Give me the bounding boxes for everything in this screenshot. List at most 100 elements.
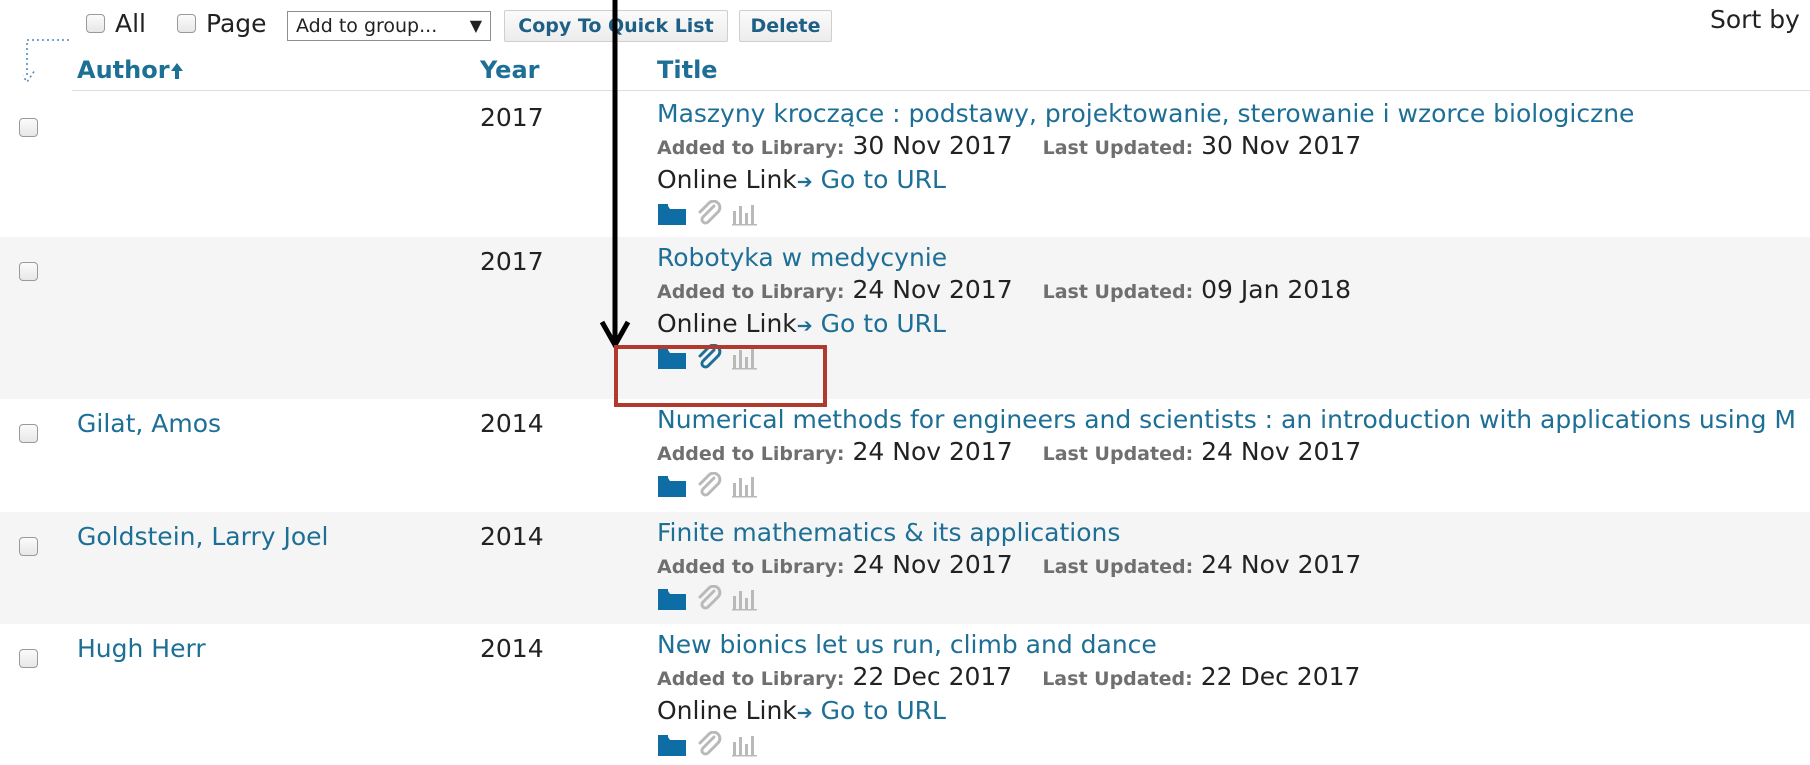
title-column-header[interactable]: Title	[657, 56, 718, 84]
folder-icon[interactable]	[657, 733, 687, 761]
table-row: Goldstein, Larry Joel 2014 Finite mathem…	[0, 512, 1810, 624]
add-to-group-select[interactable]: Add to group... ▼	[287, 11, 491, 41]
row-checkbox[interactable]	[19, 649, 38, 668]
updated-label: Last Updated:	[1042, 443, 1194, 465]
go-to-url-link[interactable]: Go to URL	[821, 165, 946, 194]
added-label: Added to Library:	[657, 556, 845, 578]
updated-date: 30 Nov 2017	[1201, 131, 1362, 160]
select-page-control[interactable]: Page	[177, 9, 267, 38]
bar-chart-icon[interactable]	[731, 733, 759, 761]
online-link-label: Online Link	[657, 696, 797, 725]
folder-icon[interactable]	[657, 587, 687, 615]
table-row: Gilat, Amos 2014 Numerical methods for e…	[0, 399, 1810, 512]
online-link-line: Online Link➔ Go to URL	[657, 164, 1634, 198]
added-date: 24 Nov 2017	[852, 550, 1013, 579]
row-checkbox[interactable]	[19, 262, 38, 281]
year-value: 2014	[480, 409, 544, 438]
row-checkbox[interactable]	[19, 118, 38, 137]
updated-label: Last Updated:	[1042, 281, 1194, 303]
online-link-line: Online Link➔ Go to URL	[657, 695, 1360, 729]
annotation-arrow-icon	[599, 0, 631, 351]
title-cell: New bionics let us run, climb and dance …	[657, 629, 1360, 765]
record-dates: Added to Library: 24 Nov 2017 Last Update…	[657, 549, 1361, 583]
select-all-checkbox[interactable]	[86, 14, 105, 33]
updated-label: Last Updated:	[1042, 556, 1194, 578]
bar-chart-icon[interactable]	[731, 474, 759, 502]
title-cell: Numerical methods for engineers and scie…	[657, 404, 1796, 506]
add-to-group-value: Add to group...	[296, 15, 438, 37]
record-actions	[657, 470, 1796, 506]
added-label: Added to Library:	[657, 668, 845, 690]
title-link[interactable]: New bionics let us run, climb and dance	[657, 629, 1360, 661]
online-link-label: Online Link	[657, 309, 797, 338]
paperclip-icon[interactable]	[695, 584, 723, 617]
table-row: Hugh Herr 2014 New bionics let us run, c…	[0, 624, 1810, 761]
dropdown-caret-icon: ▼	[469, 16, 482, 35]
column-header-row: Author Year Title	[72, 56, 1810, 91]
delete-button[interactable]: Delete	[739, 10, 832, 42]
record-dates: Added to Library: 24 Nov 2017 Last Update…	[657, 436, 1796, 470]
row-checkbox[interactable]	[19, 537, 38, 556]
arrow-right-icon: ➔	[796, 315, 813, 337]
select-all-label: All	[115, 9, 146, 38]
paperclip-icon[interactable]	[695, 199, 723, 232]
record-actions	[657, 583, 1361, 619]
table-row: 2017 Robotyka w medycynie Added to Libra…	[0, 237, 1810, 399]
arrow-right-icon: ➔	[796, 702, 813, 724]
updated-date: 22 Dec 2017	[1200, 662, 1361, 691]
table-row: 2017 Maszyny kroczące : podstawy, projek…	[0, 93, 1810, 237]
record-dates: Added to Library: 30 Nov 2017 Last Update…	[657, 130, 1634, 164]
updated-date: 24 Nov 2017	[1201, 437, 1362, 466]
title-link[interactable]: Robotyka w medycynie	[657, 242, 1351, 274]
online-link-label: Online Link	[657, 165, 797, 194]
sort-ascending-arrow-icon	[170, 63, 183, 79]
added-date: 24 Nov 2017	[852, 437, 1013, 466]
folder-icon[interactable]	[657, 202, 687, 230]
year-value: 2017	[480, 247, 544, 276]
select-page-checkbox[interactable]	[177, 14, 196, 33]
added-date: 30 Nov 2017	[852, 131, 1013, 160]
title-cell: Finite mathematics & its applications Ad…	[657, 517, 1361, 619]
author-link[interactable]: Gilat, Amos	[77, 409, 221, 438]
year-column-header[interactable]: Year	[480, 56, 539, 84]
updated-label: Last Updated:	[1042, 668, 1193, 690]
year-value: 2014	[480, 522, 544, 551]
title-cell: Maszyny kroczące : podstawy, projektowan…	[657, 98, 1634, 234]
author-link[interactable]: Goldstein, Larry Joel	[77, 522, 328, 551]
online-link-line: Online Link➔ Go to URL	[657, 308, 1351, 342]
folder-icon[interactable]	[657, 474, 687, 502]
results-toolbar: All Page Add to group... ▼ Copy To Quick…	[0, 0, 1810, 60]
annotation-highlight-box	[614, 345, 827, 407]
dotted-connector-icon	[23, 39, 69, 84]
added-label: Added to Library:	[657, 281, 845, 303]
arrow-right-icon: ➔	[796, 171, 813, 193]
added-label: Added to Library:	[657, 443, 845, 465]
year-value: 2017	[480, 103, 544, 132]
record-dates: Added to Library: 24 Nov 2017 Last Update…	[657, 274, 1351, 308]
title-link[interactable]: Numerical methods for engineers and scie…	[657, 404, 1796, 436]
paperclip-icon[interactable]	[695, 471, 723, 504]
paperclip-icon[interactable]	[695, 730, 723, 763]
go-to-url-link[interactable]: Go to URL	[821, 309, 946, 338]
author-link[interactable]: Hugh Herr	[77, 634, 206, 663]
author-column-header[interactable]: Author	[77, 56, 184, 84]
added-date: 22 Dec 2017	[852, 662, 1013, 691]
author-header-label: Author	[77, 56, 170, 84]
bar-chart-icon[interactable]	[731, 587, 759, 615]
record-actions	[657, 198, 1634, 234]
added-label: Added to Library:	[657, 137, 845, 159]
updated-date: 24 Nov 2017	[1201, 550, 1362, 579]
updated-date: 09 Jan 2018	[1201, 275, 1351, 304]
updated-label: Last Updated:	[1042, 137, 1194, 159]
record-actions	[657, 729, 1360, 765]
added-date: 24 Nov 2017	[852, 275, 1013, 304]
go-to-url-link[interactable]: Go to URL	[821, 696, 946, 725]
sort-by-label: Sort by	[1710, 5, 1800, 34]
record-dates: Added to Library: 22 Dec 2017 Last Update…	[657, 661, 1360, 695]
year-value: 2014	[480, 634, 544, 663]
title-link[interactable]: Maszyny kroczące : podstawy, projektowan…	[657, 98, 1634, 130]
bar-chart-icon[interactable]	[731, 202, 759, 230]
row-checkbox[interactable]	[19, 424, 38, 443]
select-all-control[interactable]: All	[86, 9, 146, 38]
title-link[interactable]: Finite mathematics & its applications	[657, 517, 1361, 549]
